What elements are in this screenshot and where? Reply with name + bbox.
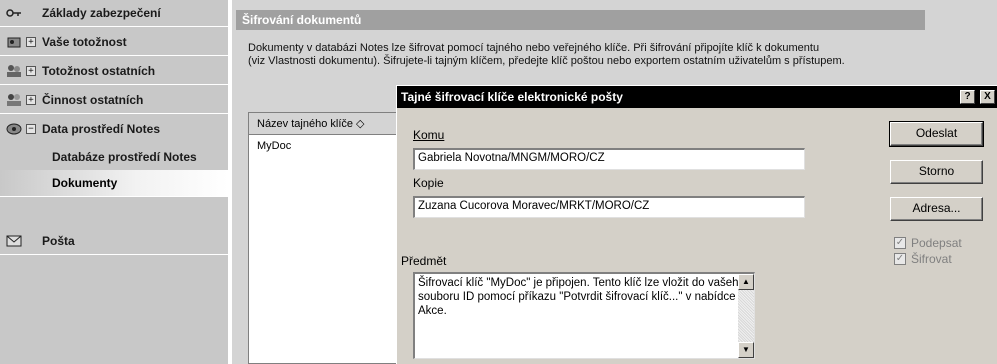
scroll-up-icon[interactable]: ▲ [738,274,754,290]
sign-label: Podepsat [911,236,962,250]
sidebar-subitem-label: Dokumenty [52,176,118,190]
dialog-titlebar[interactable]: Tajné šifrovací klíče elektronické pošty [397,86,997,108]
checkmark-icon: ✓ [894,253,906,265]
expand-toggle[interactable]: + [26,94,36,105]
subject-label: Předmět [401,254,447,268]
sidebar-subitem-documents[interactable]: Dokumenty [0,170,228,197]
people-activity-icon [6,93,22,107]
sidebar-item-your-identity[interactable]: + Vaše totožnost [0,28,228,56]
sidebar-item-label: Základy zabezpečení [42,6,161,20]
cancel-button[interactable]: Storno [890,160,983,184]
email-secret-keys-dialog: Tajné šifrovací klíče elektronické pošty… [396,85,997,364]
secret-key-list: Název tajného klíče ◇ MyDoc [248,112,406,364]
to-field[interactable]: Gabriela Novotna/MNGM/MORO/CZ [413,148,805,170]
close-button[interactable]: X [980,90,995,104]
to-label-text: Komu [413,128,445,142]
collapse-toggle[interactable]: − [26,124,36,134]
id-card-icon [6,35,22,49]
to-label: Komu [413,128,444,142]
section-description: Dokumenty v databázi Notes lze šifrovat … [248,42,988,68]
sidebar-item-others-activity[interactable]: + Činnost ostatních [0,86,228,114]
sign-checkbox[interactable]: ✓ Podepsat [894,236,962,250]
sidebar-item-others-identity[interactable]: + Totožnost ostatních [0,57,228,85]
section-title: Šifrování dokumentů [236,10,925,30]
cc-label: Kopie [413,176,444,190]
expand-toggle[interactable]: + [26,36,36,47]
notes-environment-icon [6,122,22,136]
encrypt-checkbox[interactable]: ✓ Šifrovat [894,252,952,266]
list-item[interactable]: MyDoc [257,140,291,152]
mail-icon [6,234,22,248]
vertical-scrollbar[interactable]: ▲ ▼ [738,274,754,358]
send-button[interactable]: Odeslat [889,121,984,147]
address-button[interactable]: Adresa... [890,197,983,221]
description-line: (viz Vlastnosti dokumentu). Šifrujete-li… [248,55,845,67]
sidebar-item-label: Data prostředí Notes [42,122,161,136]
sidebar-item-label: Činnost ostatních [42,92,144,107]
key-icon [6,6,22,20]
sidebar-item-notes-environment-data[interactable]: − Data prostředí Notes [0,115,228,143]
body-line: Šifrovací klíč "MyDoc" je připojen. Tent… [418,277,745,289]
sidebar-item-label: Vaše totožnost [42,34,127,49]
sidebar-subitem-label: Databáze prostředí Notes [52,149,197,164]
sidebar-item-security-basics[interactable]: Základy zabezpečení [0,0,228,27]
encrypt-label: Šifrovat [911,252,952,266]
sidebar-subitem-notes-databases[interactable]: Databáze prostředí Notes [0,143,228,170]
message-body-text: Šifrovací klíč "MyDoc" je připojen. Tent… [418,276,745,318]
sidebar-item-label: Pošta [42,233,75,248]
sidebar-item-label: Totožnost ostatních [42,63,156,78]
body-line: Akce. [418,305,447,317]
sidebar: Základy zabezpečení + Vaše totožnost + T… [0,0,228,364]
people-icon [6,64,22,78]
sidebar-item-mail[interactable]: Pošta [0,227,228,255]
description-line: Dokumenty v databázi Notes lze šifrovat … [248,42,820,54]
column-header-key-name[interactable]: Název tajného klíče ◇ [249,113,405,135]
cc-field[interactable]: Zuzana Cucorova Moravec/MRKT/MORO/CZ [413,196,805,218]
message-body-field[interactable]: Šifrovací klíč "MyDoc" je připojen. Tent… [413,272,755,359]
body-line: souboru ID pomocí příkazu "Potvrdit šifr… [418,291,736,303]
help-button[interactable]: ? [960,90,975,104]
dialog-title: Tajné šifrovací klíče elektronické pošty [401,90,623,104]
scroll-down-icon[interactable]: ▼ [738,342,754,358]
expand-toggle[interactable]: + [26,65,36,76]
checkmark-icon: ✓ [894,237,906,249]
